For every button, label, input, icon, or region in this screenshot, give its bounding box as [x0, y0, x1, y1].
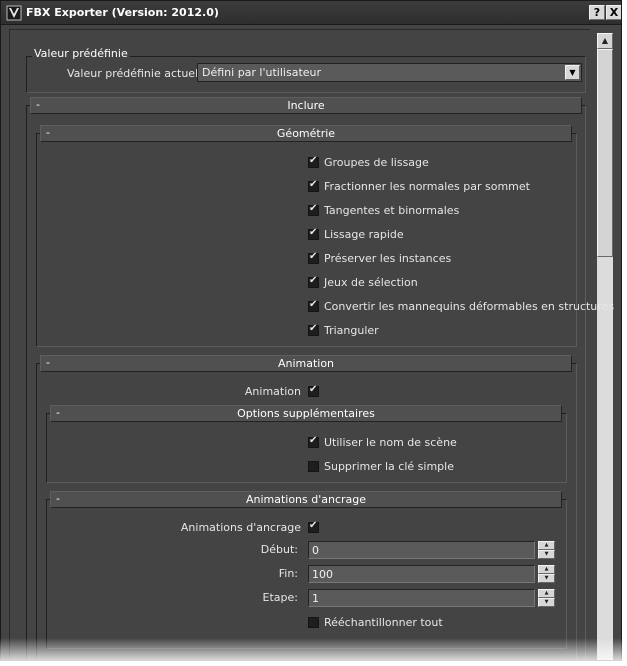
bake-animation-header[interactable]: - Animations d'ancrage [50, 491, 562, 508]
start-value: 0 [312, 544, 319, 557]
chevron-down-icon[interactable]: ▼ [565, 65, 580, 80]
triangulate-checkbox[interactable] [308, 323, 319, 336]
extra-options-header[interactable]: - Options supplémentaires [50, 405, 562, 422]
preserve-instances-label: Préserver les instances [324, 252, 452, 265]
triangle-down-icon[interactable]: ▼ [538, 598, 555, 607]
start-field[interactable]: 0 [308, 541, 535, 559]
help-button[interactable]: ? [589, 5, 605, 20]
bake-animation-label: Animations d'ancrage [180, 521, 301, 534]
triangle-up-icon[interactable]: ▲ [538, 541, 555, 550]
fbx-exporter-window: FBX Exporter (Version: 2012.0) ? X ▲ Val… [0, 0, 622, 661]
resample-all-label: Rééchantillonner tout [324, 616, 443, 629]
animation-rollout-header[interactable]: - Animation [40, 355, 572, 372]
scroll-thumb[interactable] [597, 49, 613, 257]
extra-options-rollout [46, 413, 567, 483]
include-rollout-header[interactable]: - Inclure [30, 97, 582, 114]
turbosmooth-checkbox[interactable] [308, 227, 319, 240]
fbx-app-icon [6, 5, 22, 21]
end-field[interactable]: 100 [308, 565, 535, 583]
window-title: FBX Exporter (Version: 2012.0) [26, 6, 219, 19]
scroll-up-arrow-icon[interactable]: ▲ [597, 33, 613, 49]
split-normals-label: Fractionner les normales par sommet [324, 180, 530, 193]
geometry-rollout-header[interactable]: - Géométrie [40, 125, 572, 142]
preset-dropdown-value: Défini par l'utilisateur [202, 66, 322, 79]
preset-dropdown[interactable]: Défini par l'utilisateur ▼ [197, 63, 582, 82]
tangents-binormals-checkbox[interactable] [308, 203, 319, 216]
animation-title: Animation [277, 357, 335, 370]
end-label: Fin: [278, 567, 298, 580]
step-label: Etape: [262, 591, 298, 604]
step-value: 1 [312, 592, 319, 605]
title-bar[interactable]: FBX Exporter (Version: 2012.0) ? X [1, 1, 621, 25]
convert-deforming-dummies-label: Convertir les mannequins déformables en … [324, 300, 615, 313]
geometry-rollout [36, 133, 577, 347]
geometry-title: Géométrie [276, 127, 336, 140]
use-scene-name-label: Utiliser le nom de scène [324, 436, 457, 449]
triangle-down-icon[interactable]: ▼ [538, 574, 555, 583]
extra-options-title: Options supplémentaires [237, 407, 375, 420]
preset-group-label: Valeur prédéfinie [32, 47, 130, 60]
remove-single-key-label: Supprimer la clé simple [324, 460, 454, 473]
remove-single-key-checkbox[interactable] [308, 461, 319, 472]
include-title: Inclure [287, 99, 325, 112]
split-normals-checkbox[interactable] [308, 179, 319, 192]
use-scene-name-checkbox[interactable] [308, 435, 319, 448]
start-label: Début: [260, 543, 298, 556]
triangle-up-icon[interactable]: ▲ [538, 589, 555, 598]
smoothing-groups-checkbox[interactable] [308, 155, 319, 168]
close-button[interactable]: X [606, 5, 621, 20]
animation-label: Animation [244, 385, 301, 398]
smoothing-groups-label: Groupes de lissage [324, 156, 429, 169]
end-value: 100 [312, 568, 333, 581]
resample-all-checkbox[interactable] [308, 617, 319, 628]
selection-sets-label: Jeux de sélection [324, 276, 418, 289]
step-field[interactable]: 1 [308, 589, 535, 607]
step-spinner[interactable]: ▲ ▼ [538, 589, 555, 607]
tangents-binormals-label: Tangentes et binormales [324, 204, 460, 217]
bake-animation-title: Animations d'ancrage [245, 493, 367, 506]
triangulate-label: Trianguler [324, 324, 379, 337]
start-spinner[interactable]: ▲ ▼ [538, 541, 555, 559]
selection-sets-checkbox[interactable] [308, 275, 319, 288]
convert-deforming-dummies-checkbox[interactable] [308, 299, 319, 312]
vertical-scrollbar[interactable]: ▲ [597, 33, 613, 660]
triangle-up-icon[interactable]: ▲ [538, 565, 555, 574]
bake-animation-checkbox[interactable] [308, 520, 319, 533]
turbosmooth-label: Lissage rapide [324, 228, 404, 241]
end-spinner[interactable]: ▲ ▼ [538, 565, 555, 583]
current-preset-label: Valeur prédéfinie actuelle: [67, 67, 212, 80]
animation-checkbox[interactable] [308, 384, 319, 397]
preserve-instances-checkbox[interactable] [308, 251, 319, 264]
triangle-down-icon[interactable]: ▼ [538, 550, 555, 559]
